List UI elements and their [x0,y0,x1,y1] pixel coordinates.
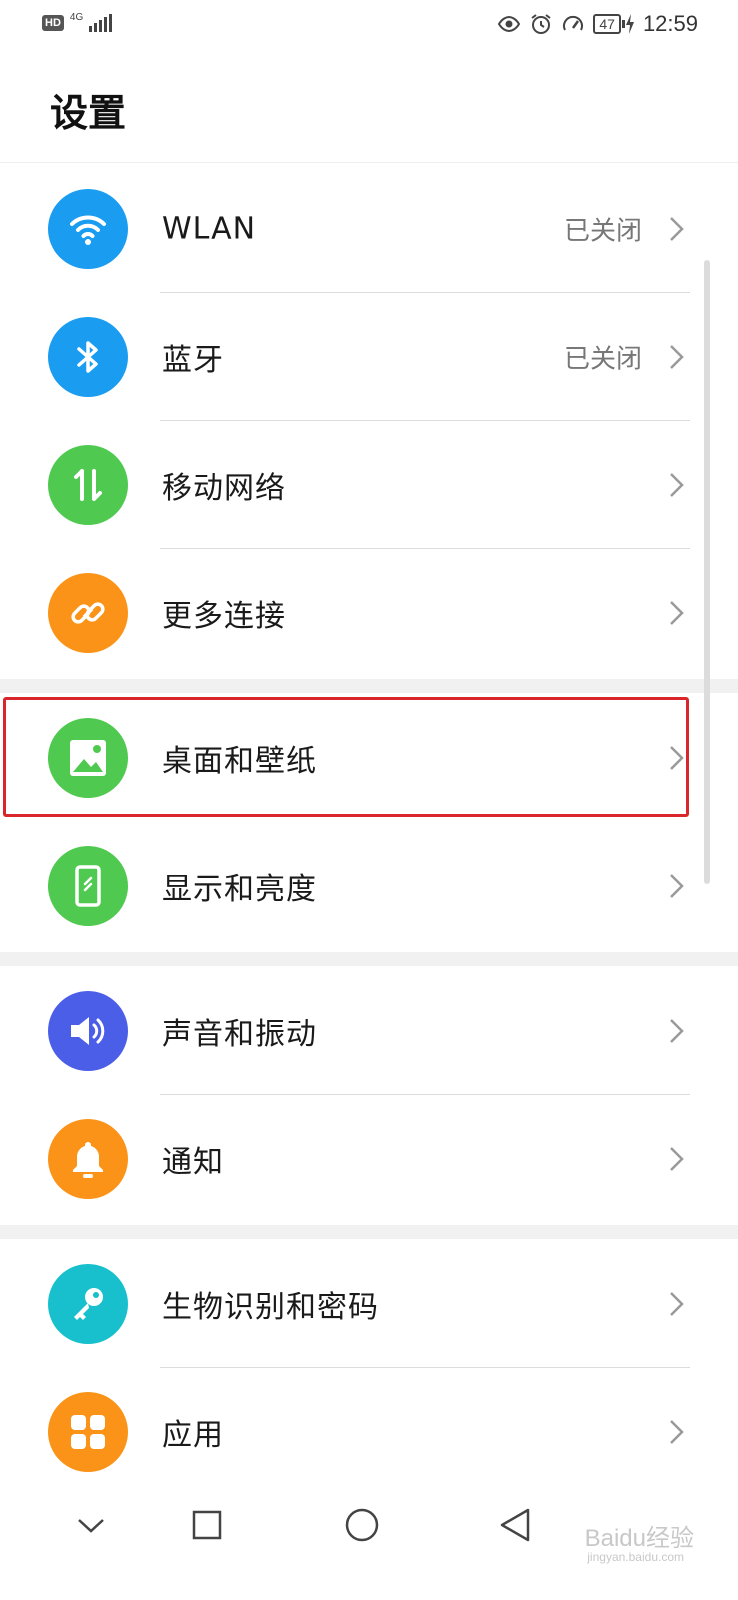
settings-item-label: 桌面和壁纸 [162,744,317,779]
bluetooth-icon [48,317,128,397]
chevron-right-icon [670,601,684,625]
home-button[interactable] [337,1500,387,1550]
network-type: 4G [69,11,84,23]
settings-item-display-brightness[interactable]: 显示和亮度 [0,822,738,950]
settings-item-label: 移动网络 [162,471,286,506]
settings-item-desktop-wallpaper[interactable]: 桌面和壁纸 [0,694,738,822]
chevron-right-icon [670,874,684,898]
charging-icon [625,14,634,34]
settings-item-status: 已关闭 [563,344,642,375]
settings-item-wlan[interactable]: WLAN 已关闭 [0,165,738,293]
settings-item-notifications[interactable]: 通知 [0,1095,738,1223]
bell-icon [48,1119,128,1199]
settings-item-more-connections[interactable]: 更多连接 [0,549,738,677]
wallpaper-icon [48,718,128,798]
chevron-right-icon [670,1147,684,1171]
page-title: 设置 [50,91,127,135]
chevron-right-icon [670,345,684,369]
recents-button[interactable] [182,1500,232,1550]
watermark: Baidu经验 [584,1525,694,1552]
apps-grid-icon [48,1392,128,1472]
section-gap [0,1225,738,1239]
settings-item-label: 蓝牙 [162,343,224,378]
battery-level: 47 [593,14,621,34]
section-gap [0,952,738,966]
battery-icon: 47 [593,14,635,34]
link-icon [48,573,128,653]
home-icon [345,1508,379,1542]
settings-item-status: 已关闭 [563,216,642,247]
wifi-icon [48,189,128,269]
chevron-down-icon [78,1519,104,1533]
collapse-button[interactable] [66,1500,116,1550]
settings-item-label: 更多连接 [162,599,286,634]
settings-item-sound-vibration[interactable]: 声音和振动 [0,967,738,1095]
settings-item-label: 生物识别和密码 [162,1290,379,1325]
settings-item-label: 通知 [162,1145,224,1180]
mobile-data-icon [48,445,128,525]
chevron-right-icon [670,746,684,770]
chevron-right-icon [670,1019,684,1043]
status-right: 47 12:59 [497,11,698,37]
status-bar: HD 4G 47 12:59 [0,0,738,50]
settings-item-label: 应用 [162,1418,224,1453]
settings-item-label: 显示和亮度 [162,872,317,907]
back-icon [500,1508,530,1542]
back-button[interactable] [490,1500,540,1550]
key-icon [48,1264,128,1344]
scrollbar[interactable] [704,260,710,884]
status-left: HD 4G [42,11,113,32]
phone-brightness-icon [48,846,128,926]
signal-icon [89,14,113,32]
chevron-right-icon [670,217,684,241]
settings-item-apps[interactable]: 应用 [0,1368,738,1496]
chevron-right-icon [670,1292,684,1316]
eye-comfort-icon [498,15,521,33]
speed-icon [563,15,584,31]
settings-item-bluetooth[interactable]: 蓝牙 已关闭 [0,293,738,421]
chevron-right-icon [670,473,684,497]
section-gap [0,679,738,693]
chevron-right-icon [670,1420,684,1444]
title-divider [0,162,738,163]
settings-item-mobile-network[interactable]: 移动网络 [0,421,738,549]
alarm-icon [531,14,551,34]
speaker-icon [48,991,128,1071]
settings-item-biometrics-password[interactable]: 生物识别和密码 [0,1240,738,1368]
recents-icon [192,1510,222,1540]
clock: 12:59 [642,11,698,36]
settings-item-label: WLAN [162,211,257,247]
settings-item-label: 声音和振动 [162,1017,317,1052]
hd-badge: HD [42,15,64,31]
watermark-url: jingyan.baidu.com [587,1550,684,1564]
